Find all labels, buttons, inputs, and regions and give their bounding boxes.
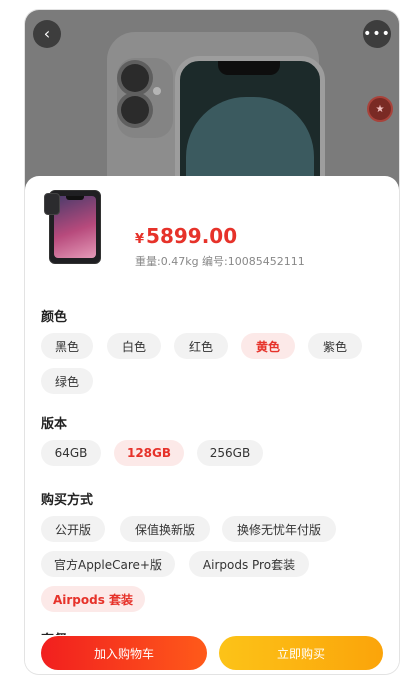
version-option-64gb[interactable]: 64GB: [41, 440, 101, 466]
bottom-action-bar: 加入购物车 立即购买: [25, 634, 399, 674]
buy-now-button[interactable]: 立即购买: [219, 636, 383, 670]
color-option-purple[interactable]: 紫色: [308, 333, 362, 359]
version-section-title: 版本: [41, 417, 68, 432]
purchase-option-annual-care[interactable]: 换修无忧年付版: [222, 516, 336, 542]
add-to-cart-button[interactable]: 加入购物车: [41, 636, 207, 670]
purchase-option-airpods-pro[interactable]: Airpods Pro套装: [189, 551, 309, 577]
currency-symbol: ¥: [135, 232, 145, 247]
product-thumbnail: [41, 190, 105, 264]
color-section-title: 颜色: [41, 310, 68, 325]
purchase-option-trade-in[interactable]: 保值换新版: [120, 516, 210, 542]
purchase-option-standard[interactable]: 公开版: [41, 516, 105, 542]
promo-badge-icon[interactable]: ★: [367, 96, 393, 122]
color-option-white[interactable]: 白色: [107, 333, 161, 359]
purchase-option-applecare[interactable]: 官方AppleCare+版: [41, 551, 175, 577]
purchase-section-title: 购买方式: [41, 493, 94, 508]
chevron-left-icon: ‹: [43, 24, 51, 43]
sku-selector-sheet: ¥ 5899.00 重量:0.47kg 编号:10085452111 颜色 黑色…: [25, 176, 399, 674]
price-amount: 5899.00: [146, 224, 238, 248]
back-button[interactable]: ‹: [33, 20, 61, 48]
version-option-128gb[interactable]: 128GB: [114, 440, 184, 466]
color-option-yellow[interactable]: 黄色: [241, 333, 295, 359]
color-option-red[interactable]: 红色: [174, 333, 228, 359]
version-option-256gb[interactable]: 256GB: [197, 440, 263, 466]
color-option-green[interactable]: 绿色: [41, 368, 93, 394]
product-price: ¥ 5899.00: [135, 224, 237, 248]
color-option-black[interactable]: 黑色: [41, 333, 93, 359]
purchase-option-airpods[interactable]: Airpods 套装: [41, 586, 145, 612]
product-meta: 重量:0.47kg 编号:10085452111: [135, 255, 305, 268]
more-horizontal-icon: •••: [363, 26, 391, 42]
more-button[interactable]: •••: [363, 20, 391, 48]
product-detail-screen: ‹ ••• ★ ¥ 5899.00 重量:0.47kg 编号:100854521…: [25, 10, 399, 674]
